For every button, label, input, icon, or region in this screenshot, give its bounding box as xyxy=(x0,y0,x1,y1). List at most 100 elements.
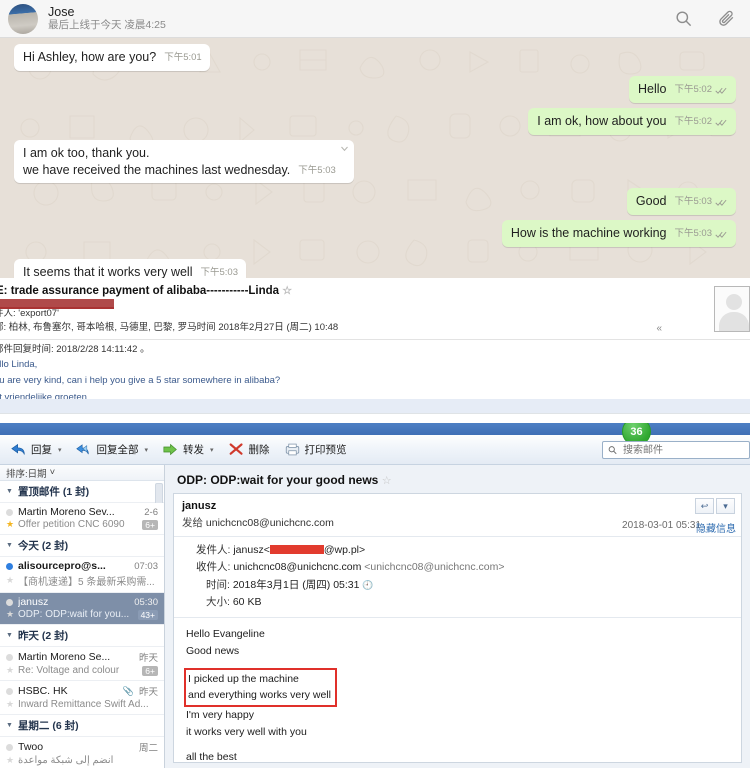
list-item[interactable]: Martin Moreno Se... 昨天 ★ Re: Voltage and… xyxy=(0,647,164,681)
message-meta: 下午5:02 xyxy=(675,84,729,98)
message-time: 下午5:03 xyxy=(674,228,713,240)
triangle-down-icon: ▼ xyxy=(6,488,13,495)
star-icon[interactable]: ★ xyxy=(6,609,14,620)
highlight-line-1: I picked up the machine xyxy=(188,672,299,685)
delete-button[interactable]: 删除 xyxy=(222,440,276,459)
message-text: How is the machine working xyxy=(510,226,667,241)
message-bubble-outgoing[interactable]: How is the machine working 下午5:03 xyxy=(501,220,736,248)
chevron-down-icon[interactable]: ▾ xyxy=(716,498,735,514)
item-subject: Re: Voltage and colour xyxy=(18,665,120,676)
list-group-header[interactable]: ▼ 置顶邮件 (1 封) xyxy=(0,481,164,503)
chevron-down-icon[interactable]: ▾ xyxy=(58,446,62,454)
double-check-icon xyxy=(715,232,727,239)
star-icon[interactable]: ★ xyxy=(6,575,14,586)
read-dot-icon xyxy=(6,653,13,661)
chevron-down-icon[interactable]: ˅ xyxy=(50,467,56,478)
sender-name: janusz xyxy=(18,596,49,608)
list-item-selected[interactable]: janusz 05:30 ★ ODP: ODP:wait for you... … xyxy=(0,593,164,625)
reply-all-button[interactable]: 回复全部 ▾ xyxy=(70,440,155,459)
star-icon[interactable]: ★ xyxy=(6,699,14,710)
avatar-head-shape xyxy=(726,294,742,310)
field-value: 60 KB xyxy=(232,595,262,608)
message-row: It seems that it works very well 下午5:03 xyxy=(14,259,736,278)
reply-arrow-icon[interactable]: ↩ xyxy=(695,498,714,514)
contact-info[interactable]: Jose 最后上线于今天 凌晨4:25 xyxy=(48,5,674,32)
star-icon[interactable]: ★ xyxy=(6,519,14,530)
sender-name: Twoo xyxy=(18,741,44,753)
print-preview-button[interactable]: 打印预览 xyxy=(278,440,353,459)
message-meta: 下午5:01 xyxy=(164,52,202,66)
star-icon[interactable]: ☆ xyxy=(382,475,392,487)
list-item[interactable]: Martin Moreno Sev... 2-6 ★ Offer petitio… xyxy=(0,503,164,535)
search-icon[interactable] xyxy=(674,9,693,28)
star-icon[interactable]: ★ xyxy=(6,755,14,766)
mail-search-box[interactable] xyxy=(602,441,750,459)
sender-name: alisourcepro@s... xyxy=(18,560,106,572)
star-icon[interactable]: ★ xyxy=(6,665,14,676)
reply-button[interactable]: 回复 ▾ xyxy=(4,440,68,459)
list-group-header[interactable]: ▼ 星期二 (6 封) xyxy=(0,715,164,737)
search-icon xyxy=(608,446,617,455)
message-row: I am ok, how about you 下午5:02 xyxy=(14,107,736,135)
search-input[interactable] xyxy=(621,443,744,457)
message-list: Hi Ashley, how are you? 下午5:01 Hello 下午5… xyxy=(14,44,736,278)
list-item[interactable]: HSBC. HK 📎 昨天 ★ Inward Remittance Swift … xyxy=(0,681,164,715)
message-bubble-incoming[interactable]: I am ok too, thank you. we have received… xyxy=(14,139,354,184)
message-bubble-outgoing[interactable]: Hello 下午5:02 xyxy=(629,75,736,103)
contact-name: Jose xyxy=(48,5,75,20)
paperclip-icon[interactable] xyxy=(717,9,736,28)
message-text: I am ok, how about you xyxy=(537,113,667,128)
chevron-down-icon[interactable]: ▾ xyxy=(210,446,214,454)
field-label: 发件人: xyxy=(196,544,231,556)
contact-photo-placeholder xyxy=(714,286,750,332)
list-group-header[interactable]: ▼ 昨天 (2 封) xyxy=(0,625,164,647)
item-time: 2-6 xyxy=(144,506,158,518)
collapse-chevron-icon[interactable]: « xyxy=(656,321,662,336)
sort-control[interactable]: 排序:日期 ˅ xyxy=(0,465,164,481)
avatar[interactable] xyxy=(8,3,38,34)
message-bubble-outgoing[interactable]: Good 下午5:03 xyxy=(626,188,736,216)
detail-to-value: unichcnc08@unichcnc.com xyxy=(205,517,334,529)
item-time: 07:03 xyxy=(134,560,158,572)
message-meta: 下午5:03 xyxy=(201,267,239,278)
body-line-greeting: Hello Evangeline xyxy=(186,628,265,641)
item-time: 周二 xyxy=(138,743,158,754)
message-time: 下午5:03 xyxy=(298,164,336,176)
preview-bottom-band xyxy=(0,413,750,423)
field-size: 大小: 60 KB xyxy=(196,594,741,611)
preview-sender-value: 'export07' xyxy=(18,308,59,319)
list-item-bottom: ★ Re: Voltage and colour 6+ xyxy=(6,665,158,676)
detail-fields: 发件人: janusz< @wp.pl> 收件人: unichcnc08@unic… xyxy=(174,536,741,619)
list-item-bottom: ★ ODP: ODP:wait for you... 43+ xyxy=(6,609,158,620)
detail-subject-row: ODP: ODP:wait for your good news ☆ xyxy=(177,473,742,487)
star-icon[interactable]: ☆ xyxy=(282,285,292,297)
preview-sender-label: 件人: xyxy=(0,308,16,319)
message-time: 下午5:03 xyxy=(200,267,239,278)
field-label: 收件人: xyxy=(196,561,231,574)
message-text: Hi Ashley, how are you? xyxy=(23,50,157,64)
print-preview-label: 打印预览 xyxy=(304,444,347,456)
item-subject: ODP: ODP:wait for you... xyxy=(18,609,130,620)
list-item[interactable]: alisourcepro@s... 07:03 ★ 【商机速递】5 条最新采购需… xyxy=(0,557,164,593)
message-meta: 下午5:03 xyxy=(675,228,729,242)
chevron-down-icon[interactable] xyxy=(340,144,349,153)
item-time: 昨天 xyxy=(138,653,158,664)
forward-button[interactable]: 转发 ▾ xyxy=(156,440,220,459)
field-recipient: 收件人: unichcnc08@unichcnc.com <unichcnc08… xyxy=(196,559,741,576)
list-item-bottom: ★ انضم إلى شبكة مواعدة xyxy=(6,755,158,766)
mail-client-window: 回复 ▾ 回复全部 ▾ 转发 ▾ 删除 打印预览 36 搜索邮件 排序:日期 ˅… xyxy=(0,423,750,768)
group-title: 置顶邮件 (1 封) xyxy=(17,486,90,498)
preview-body-line: ello Linda, xyxy=(0,358,38,370)
list-item-top: Twoo 周二 xyxy=(6,740,158,754)
message-bubble-incoming[interactable]: It seems that it works very well 下午5:03 xyxy=(14,259,246,278)
preview-body-line: ou are very kind, can i help you give a … xyxy=(0,375,281,387)
forward-icon xyxy=(163,443,177,456)
list-group-header[interactable]: ▼ 今天 (2 封) xyxy=(0,535,164,557)
chevron-down-icon[interactable]: ▾ xyxy=(145,446,149,454)
list-item[interactable]: Twoo 周二 ★ انضم إلى شبكة مواعدة xyxy=(0,737,164,768)
message-bubble-outgoing[interactable]: I am ok, how about you 下午5:02 xyxy=(528,107,736,135)
message-meta: 下午5:03 xyxy=(298,165,336,179)
message-bubble-incoming[interactable]: Hi Ashley, how are you? 下午5:01 xyxy=(14,44,210,71)
hide-info-link[interactable]: 隐藏信息 xyxy=(696,520,736,535)
delete-icon xyxy=(229,443,243,455)
